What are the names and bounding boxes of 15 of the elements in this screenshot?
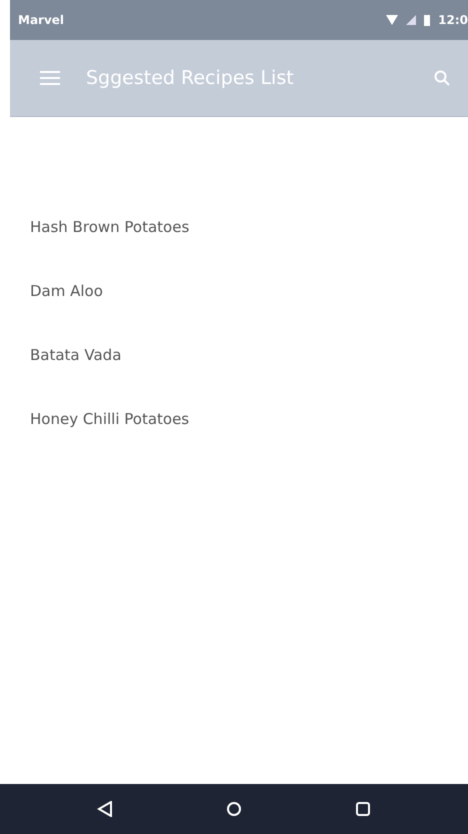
wifi-icon [386, 15, 398, 25]
circle-icon [226, 801, 242, 817]
recipe-item[interactable]: Honey Chilli Potatoes [10, 387, 468, 451]
menu-icon [40, 70, 60, 86]
battery-icon [424, 14, 430, 26]
triangle-icon [96, 801, 113, 817]
signal-icon [406, 15, 416, 25]
search-icon [434, 70, 450, 86]
clock-text: 12:0 [438, 13, 468, 27]
recipe-item[interactable]: Hash Brown Potatoes [10, 195, 468, 259]
recipe-item[interactable]: Dam Aloo [10, 259, 468, 323]
carrier-label: Marvel [18, 13, 64, 27]
square-icon [355, 801, 372, 817]
recipe-item[interactable]: Batata Vada [10, 323, 468, 387]
app-title: Sggested Recipes List [86, 67, 295, 89]
